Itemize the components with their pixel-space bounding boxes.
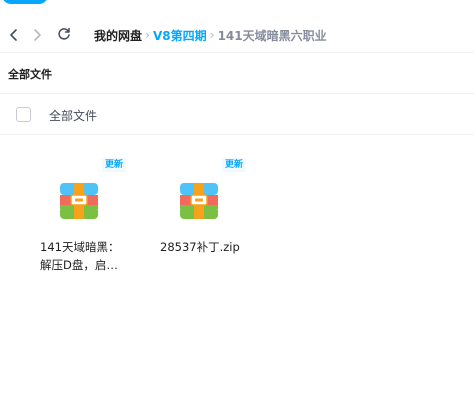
divider [0, 93, 474, 94]
chevron-left-icon [10, 29, 17, 41]
update-badge: 更新 [102, 158, 127, 172]
refresh-icon [58, 27, 70, 40]
breadcrumb-separator: › [145, 28, 150, 42]
divider [0, 134, 474, 135]
divider [0, 52, 474, 53]
chevron-right-icon [34, 29, 41, 41]
refresh-button[interactable] [55, 25, 73, 43]
section-title: 全部文件 [8, 68, 52, 81]
file-name-line1: 141天域暗黑： [40, 240, 120, 254]
file-card[interactable]: 更新 28537补丁.zip [154, 150, 254, 280]
breadcrumb-separator: › [209, 28, 215, 42]
top-tab-indicator [2, 0, 48, 4]
archive-icon [180, 183, 218, 219]
update-badge: 更新 [222, 158, 247, 172]
forward-button[interactable] [28, 26, 46, 44]
breadcrumb: 我的网盘 › V8第四期 › 141天域暗黑六职业 [94, 26, 327, 44]
back-button[interactable] [5, 26, 23, 44]
list-header-label: 全部文件 [49, 109, 98, 123]
breadcrumb-root[interactable]: 我的网盘 [94, 27, 142, 44]
archive-icon [60, 183, 98, 219]
file-name: 28537补丁.zip [160, 238, 260, 256]
file-name-line2: 解压D盘，启… [40, 258, 118, 272]
file-name-line1: 28537补丁.zip [160, 240, 240, 254]
file-card[interactable]: 更新 141天域暗黑： 解压D盘，启… [34, 150, 134, 280]
breadcrumb-current: 141天域暗黑六职业 [217, 28, 327, 43]
select-all-checkbox[interactable] [16, 107, 31, 122]
breadcrumb-middle[interactable]: V8第四期 [153, 27, 207, 44]
file-name: 141天域暗黑： 解压D盘，启… [40, 238, 140, 274]
